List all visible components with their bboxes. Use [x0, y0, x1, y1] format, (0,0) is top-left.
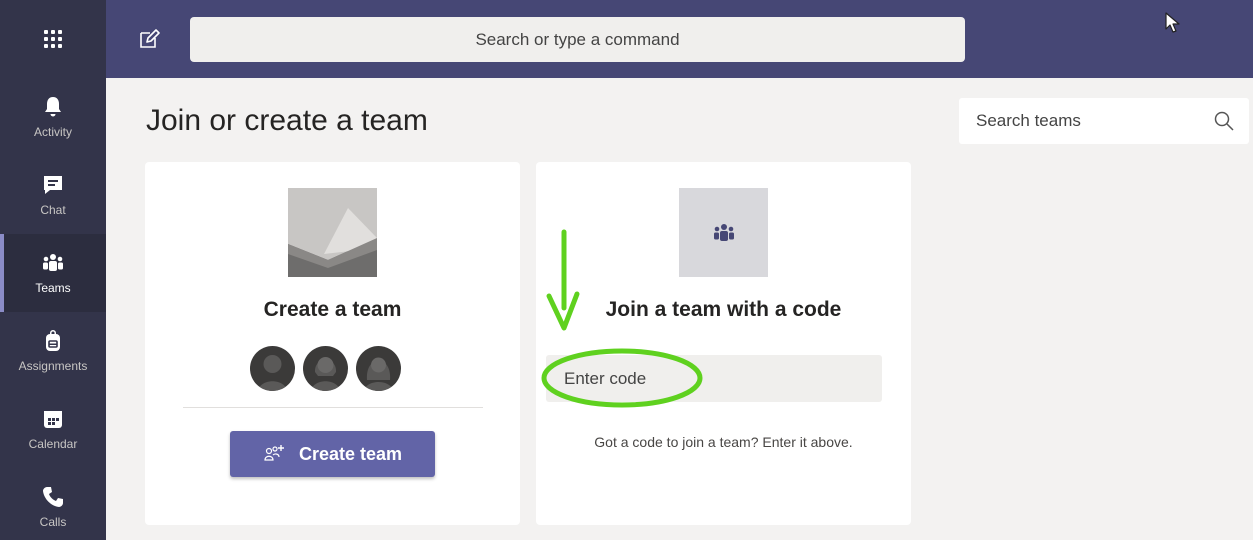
search-teams-input[interactable]: Search teams	[959, 98, 1249, 144]
avatar	[356, 346, 401, 391]
team-image-placeholder-icon	[288, 188, 377, 277]
join-team-help-text: Got a code to join a team? Enter it abov…	[594, 434, 853, 450]
annotation-circle-icon	[541, 348, 703, 408]
rail-item-label: Assignments	[18, 359, 88, 373]
create-team-button[interactable]: Create team	[230, 431, 435, 477]
rail-item-label: Calls	[39, 515, 67, 529]
chat-icon	[44, 176, 62, 194]
waffle-icon	[44, 30, 62, 48]
rail-item-label: Teams	[35, 281, 71, 295]
join-team-thumbnail	[679, 188, 768, 277]
divider	[183, 407, 483, 408]
backpack-icon	[46, 330, 60, 351]
rail-item-teams[interactable]: Teams	[0, 234, 106, 312]
app-launcher-button[interactable]	[0, 0, 106, 78]
avatar	[303, 346, 348, 391]
bell-icon	[45, 97, 61, 117]
join-team-heading: Join a team with a code	[605, 298, 842, 321]
rail-item-label: Activity	[33, 125, 72, 139]
add-people-icon	[264, 445, 284, 461]
rail-item-calls[interactable]: Calls	[0, 468, 106, 540]
join-team-card: Join a team with a code Enter code Got a…	[536, 162, 911, 525]
rail-item-calendar[interactable]: Calendar	[0, 390, 106, 468]
mouse-cursor-icon	[1165, 12, 1180, 33]
teams-icon	[43, 254, 63, 271]
search-teams-placeholder: Search teams	[976, 111, 1081, 130]
create-team-heading: Create a team	[263, 298, 402, 321]
calendar-icon	[44, 411, 62, 428]
create-team-card: Create a team Create team	[145, 162, 520, 525]
compose-icon	[140, 29, 160, 48]
phone-icon	[43, 487, 63, 507]
annotation-arrow-icon	[546, 229, 580, 331]
search-icon[interactable]	[1213, 110, 1235, 132]
top-bar: Search or type a command	[0, 0, 1253, 78]
teams-icon	[713, 223, 734, 241]
app-rail: Activity Chat Teams Assignments Calendar…	[0, 78, 106, 540]
rail-item-chat[interactable]: Chat	[0, 156, 106, 234]
avatar-group	[250, 346, 401, 391]
rail-item-activity[interactable]: Activity	[0, 78, 106, 156]
rail-item-label: Calendar	[28, 437, 78, 451]
rail-item-label: Chat	[40, 203, 66, 217]
create-team-button-label: Create team	[298, 443, 403, 464]
new-chat-button[interactable]	[138, 28, 160, 50]
page-title: Join or create a team	[146, 104, 428, 137]
rail-item-assignments[interactable]: Assignments	[0, 312, 106, 390]
command-search-input[interactable]: Search or type a command	[190, 17, 965, 62]
avatar	[250, 346, 295, 391]
